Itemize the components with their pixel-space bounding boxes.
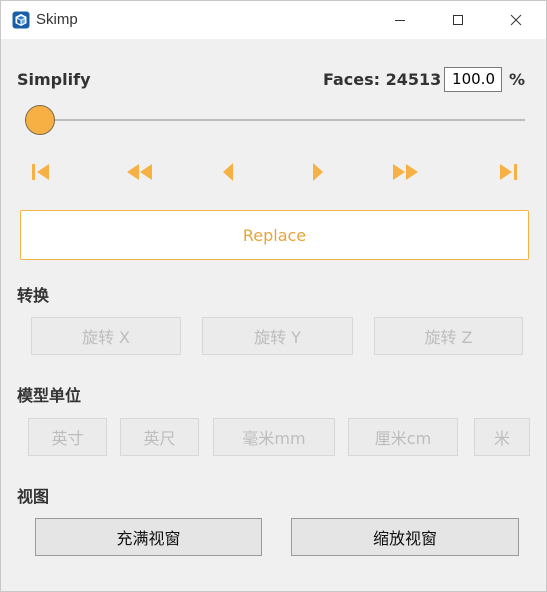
skip-to-start-button[interactable] [26, 162, 54, 186]
fill-view-button[interactable]: 充满视窗 [35, 518, 262, 556]
minimize-button[interactable] [377, 1, 423, 39]
percent-sign: % [509, 70, 526, 89]
step-forward-icon [308, 162, 328, 186]
simplify-slider-track[interactable] [25, 119, 525, 121]
unit-inch-button[interactable]: 英寸 [28, 418, 107, 456]
unit-meter-button[interactable]: 米 [474, 418, 530, 456]
title-bar[interactable]: Skimp [1, 1, 546, 39]
unit-cm-button[interactable]: 厘米cm [348, 418, 458, 456]
fast-forward-button[interactable] [392, 162, 420, 186]
close-button[interactable] [493, 1, 539, 39]
step-back-button[interactable] [214, 162, 242, 186]
zoom-view-button[interactable]: 缩放视窗 [291, 518, 519, 556]
fast-forward-icon [392, 162, 420, 186]
maximize-icon [452, 11, 464, 30]
step-back-icon [218, 162, 238, 186]
fast-rewind-icon [125, 162, 153, 186]
percent-input[interactable]: 100.0 [444, 67, 502, 92]
window-title: Skimp [36, 11, 78, 28]
skimp-window: Skimp Simplify Faces: 24513 100.0 % Repl… [0, 0, 547, 592]
rotate-z-button[interactable]: 旋转 Z [374, 317, 523, 355]
minimize-icon [394, 11, 406, 30]
replace-button[interactable]: Replace [20, 210, 529, 260]
simplify-slider-thumb[interactable] [25, 105, 55, 135]
simplify-label: Simplify [17, 70, 91, 89]
unit-mm-button[interactable]: 毫米mm [213, 418, 335, 456]
view-heading: 视图 [17, 487, 50, 506]
fast-rewind-button[interactable] [125, 162, 153, 186]
skimp-cube-icon [12, 11, 30, 29]
unit-foot-button[interactable]: 英尺 [120, 418, 199, 456]
rotate-heading: 转换 [17, 286, 50, 305]
model-units-heading: 模型单位 [17, 386, 82, 405]
rotate-y-button[interactable]: 旋转 Y [202, 317, 353, 355]
skip-to-end-icon [498, 162, 520, 186]
skip-to-end-button[interactable] [495, 162, 523, 186]
step-forward-button[interactable] [304, 162, 332, 186]
maximize-button[interactable] [435, 1, 481, 39]
skip-to-start-icon [29, 162, 51, 186]
rotate-x-button[interactable]: 旋转 X [31, 317, 181, 355]
close-icon [510, 11, 522, 30]
faces-count: Faces: 24513 [323, 70, 442, 89]
